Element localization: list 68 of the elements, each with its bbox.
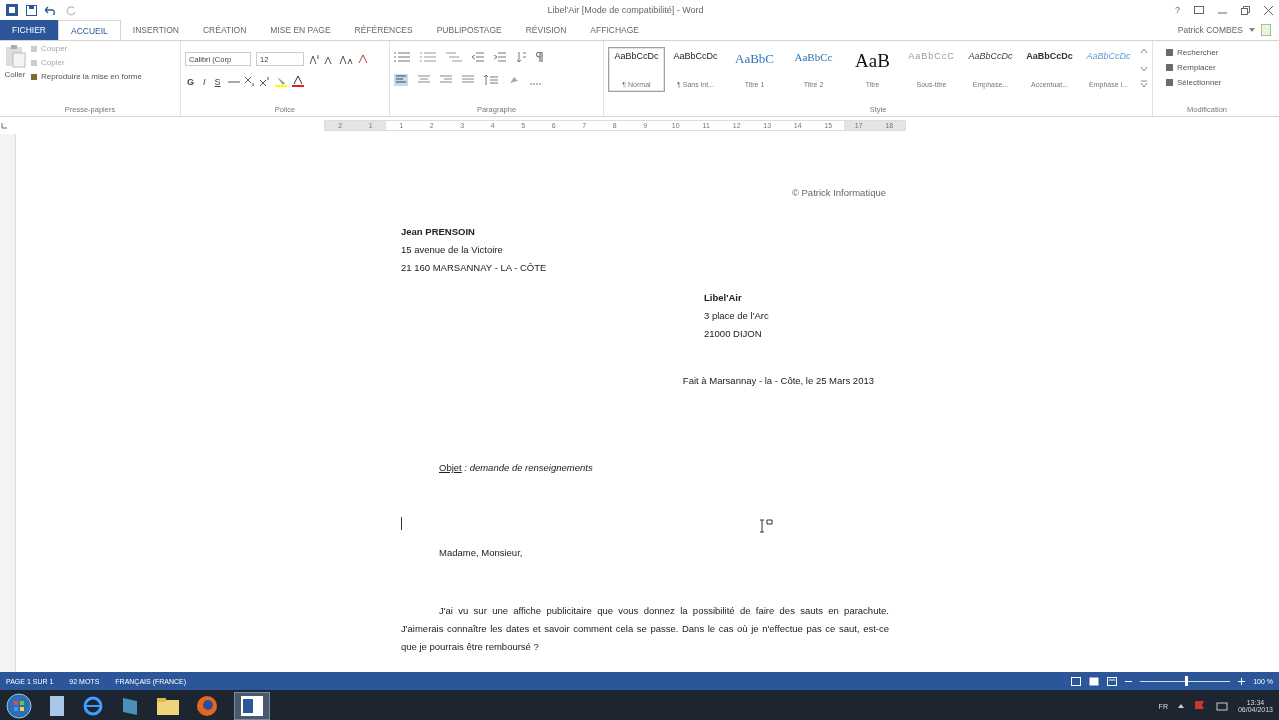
ribbon-tab[interactable]: AFFICHAGE [578,20,651,40]
word-taskbar-button[interactable] [234,692,270,720]
clipboard-icon [4,44,26,68]
internet-explorer-icon[interactable] [82,695,104,717]
subscript-icon[interactable] [244,77,255,86]
subject-line: Objet : demande de renseignements [439,461,594,475]
increase-indent-icon[interactable] [494,52,506,62]
sender-line: 15 avenue de la Victoire [401,243,504,257]
text-cursor [401,517,402,530]
format-button[interactable]: I [201,76,208,87]
sender-line: 21 160 MARSANNAY - LA - CÔTE [401,261,548,275]
caret-icon[interactable] [1249,28,1255,32]
window-title: Libel'Air [Mode de compatibilité] - Word [546,5,705,15]
pilcrow-icon[interactable] [536,52,544,62]
sort-icon[interactable] [516,52,526,62]
tray-arrow-icon[interactable] [1177,704,1184,708]
recipient-line: 3 place de l'Arc [704,309,770,323]
highlighter-icon[interactable] [274,76,287,87]
word-logo-icon[interactable] [6,4,18,16]
change-case-icon[interactable] [339,54,353,64]
start-button-icon[interactable] [6,693,32,719]
ribbon-tab[interactable]: FICHIER [0,20,58,40]
help-button[interactable]: ? [1175,5,1180,15]
recipient-line: Libel'Air [704,291,743,305]
header-text: © Patrick Informatique [790,186,887,200]
date-line: Fait à Marsannay - la - Côte, le 25 Mars 2013 [681,374,875,388]
firefox-icon[interactable] [196,695,218,717]
clipboard-command[interactable]: Reproduire la mise en forme [30,72,142,81]
line-spacing-icon[interactable] [484,75,498,85]
web-layout-icon[interactable] [1107,676,1118,686]
ribbon-options-icon[interactable] [1194,6,1204,14]
print-layout-icon[interactable] [1089,676,1100,686]
undo-icon[interactable] [45,5,57,15]
body-paragraph: J'ai vu sur une affiche publicitaire que vous donnez la possibilité de faire des sauts en parachute. J'aimerais connaître les dates et savoir comment cela se passe. Dans le cas où je n'effectue pas ce saut, est-ce que je pourrais être remboursé ? [401,604,889,654]
flag-icon[interactable] [1193,700,1206,712]
notepad-icon[interactable] [48,695,66,717]
ribbon-tab[interactable]: INSERTION [120,20,191,40]
ribbon-tab[interactable]: MISE EN PAGE [258,20,343,40]
sender-line: Jean PRENSOIN [401,225,476,239]
grow-font-icon[interactable] [309,54,319,64]
format-button[interactable]: S [212,76,223,87]
ribbon-tab[interactable]: ACCUEIL [58,20,121,40]
editing-command[interactable]: Remplacer [1165,63,1257,72]
close-icon[interactable] [1264,5,1273,15]
decrease-indent-icon[interactable] [472,52,484,62]
save-icon[interactable] [26,4,37,16]
font-color-icon[interactable] [291,76,304,87]
clear-format-icon[interactable] [358,54,368,64]
multilevel-list-icon[interactable] [446,52,462,62]
editing-command[interactable]: Rechercher [1165,48,1257,57]
read-mode-icon[interactable] [1071,676,1082,686]
paste-button[interactable]: Coller [4,44,26,105]
ribbon-tab[interactable]: RÉVISION [513,20,579,40]
ibeam-cursor-icon [759,519,773,533]
ribbon-tab[interactable]: RÉFÉRENCES [342,20,425,40]
gallery-scroll-icon[interactable] [1141,47,1147,87]
user-name[interactable]: Patrick COMBES [1177,25,1243,35]
greeting: Madame, Monsieur, [439,546,524,560]
ribbon-tab[interactable]: CRÉATION [191,20,259,40]
ribbon-tab[interactable]: PUBLIPOSTAGE [424,20,514,40]
folder-icon[interactable] [156,696,180,716]
superscript-icon[interactable] [259,77,270,86]
restore-icon[interactable] [1241,5,1250,15]
recipient-line: 21000 DIJON [704,327,763,341]
editing-command[interactable]: Sélectionner [1165,78,1257,87]
format-button[interactable]: G [185,76,196,87]
shrink-font-icon[interactable] [324,54,334,64]
zoom-in-icon[interactable] [1238,677,1246,685]
